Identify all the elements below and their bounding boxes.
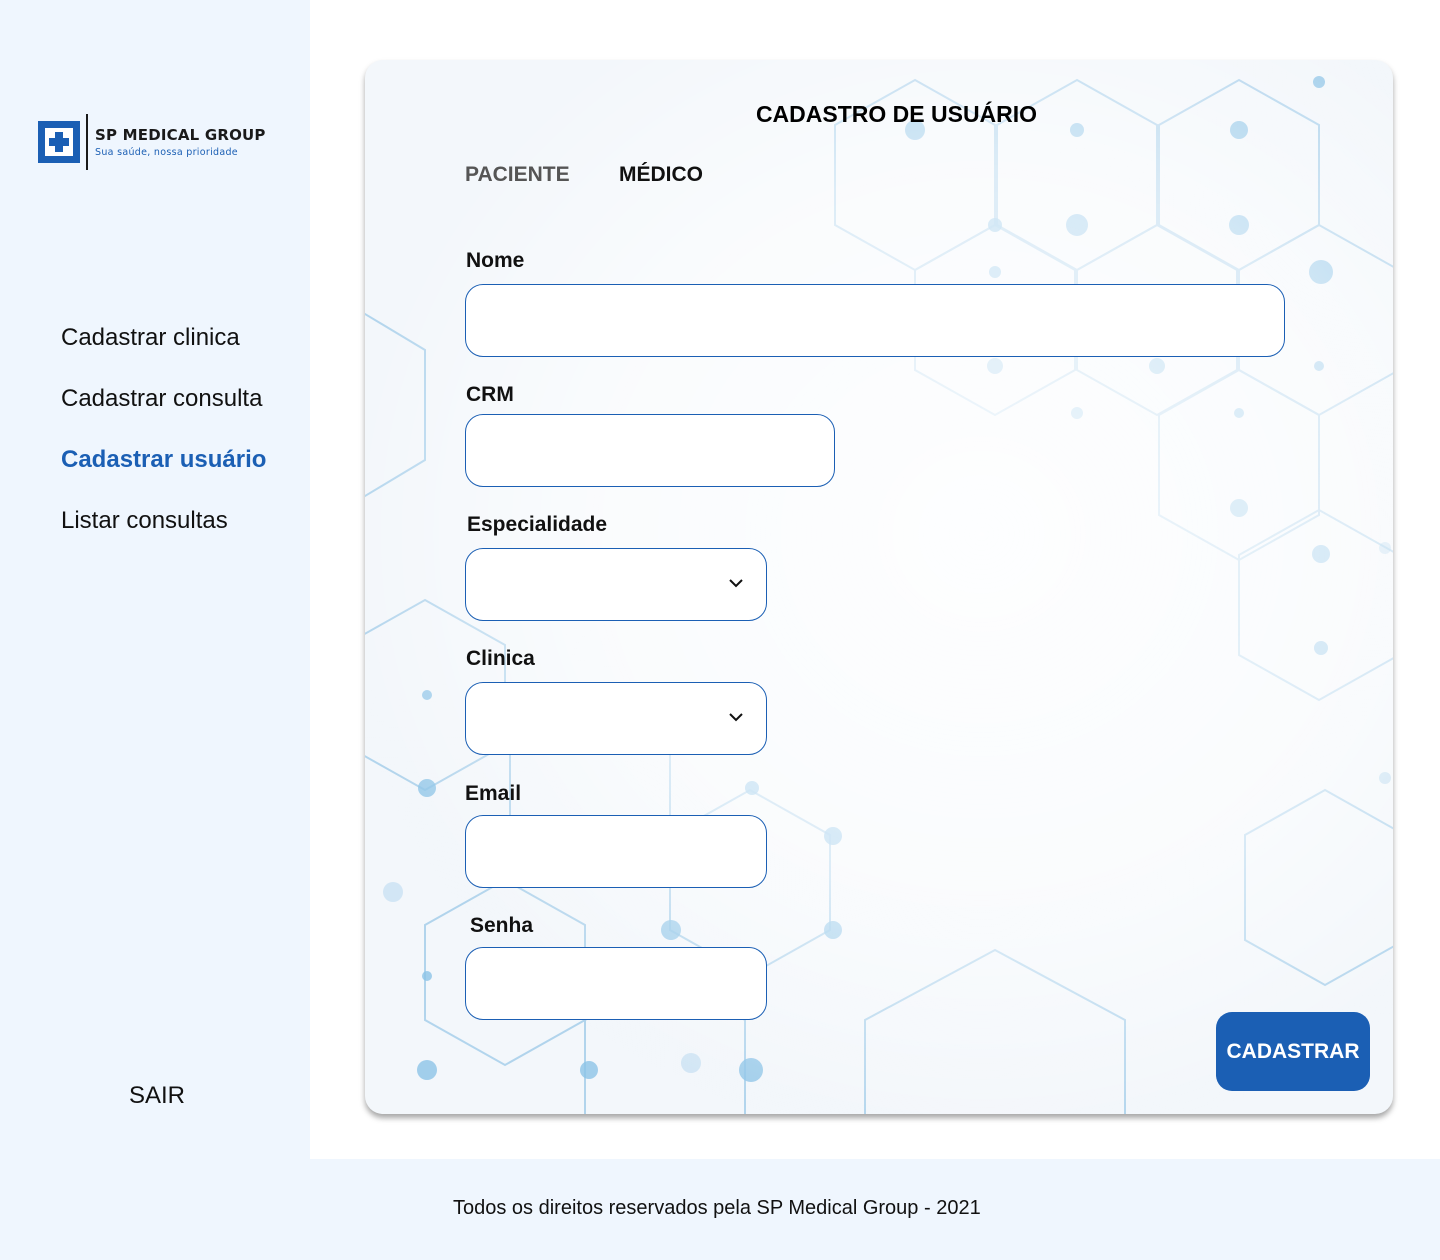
tab-paciente[interactable]: PACIENTE [465, 163, 570, 187]
sidebar-nav: Cadastrar clinica Cadastrar consulta Cad… [61, 322, 266, 566]
sidebar-item-listar-consultas[interactable]: Listar consultas [61, 505, 266, 537]
email-input[interactable] [465, 815, 767, 888]
brand-name: SP MEDICAL GROUP [95, 126, 266, 144]
logo-divider [86, 114, 88, 170]
nome-label: Nome [466, 249, 525, 272]
especialidade-label: Especialidade [467, 513, 608, 536]
crm-label: CRM [466, 383, 514, 406]
footer-copyright: Todos os direitos reservados pela SP Med… [453, 1197, 981, 1219]
senha-input[interactable] [465, 947, 767, 1020]
chevron-down-icon [729, 713, 743, 722]
clinica-select[interactable] [465, 682, 767, 755]
sidebar-item-cadastrar-usuario[interactable]: Cadastrar usuário [61, 444, 266, 476]
senha-label: Senha [470, 914, 534, 937]
nome-input[interactable] [465, 284, 1285, 357]
user-registration-card: CADASTRO DE USUÁRIO PACIENTE MÉDICO Nome… [365, 60, 1393, 1114]
sidebar-item-cadastrar-clinica[interactable]: Cadastrar clinica [61, 322, 266, 354]
sidebar-item-cadastrar-consulta[interactable]: Cadastrar consulta [61, 383, 266, 415]
crm-input[interactable] [465, 414, 835, 487]
sidebar: SP MEDICAL GROUP Sua saúde, nossa priori… [0, 0, 310, 1159]
clinica-label: Clinica [466, 647, 535, 670]
chevron-down-icon [729, 579, 743, 588]
especialidade-select[interactable] [465, 548, 767, 621]
form-title: CADASTRO DE USUÁRIO [755, 101, 1038, 127]
tab-medico[interactable]: MÉDICO [619, 163, 703, 187]
footer: Todos os direitos reservados pela SP Med… [0, 1159, 1440, 1260]
logout-link[interactable]: SAIR [129, 1082, 185, 1110]
medical-cross-icon [38, 121, 80, 163]
email-label: Email [465, 782, 522, 805]
brand-tagline: Sua saúde, nossa prioridade [95, 147, 238, 158]
brand-logo[interactable]: SP MEDICAL GROUP Sua saúde, nossa priori… [38, 114, 266, 170]
cadastrar-button[interactable]: CADASTRAR [1216, 1012, 1370, 1091]
brand-text: SP MEDICAL GROUP Sua saúde, nossa priori… [95, 126, 266, 158]
